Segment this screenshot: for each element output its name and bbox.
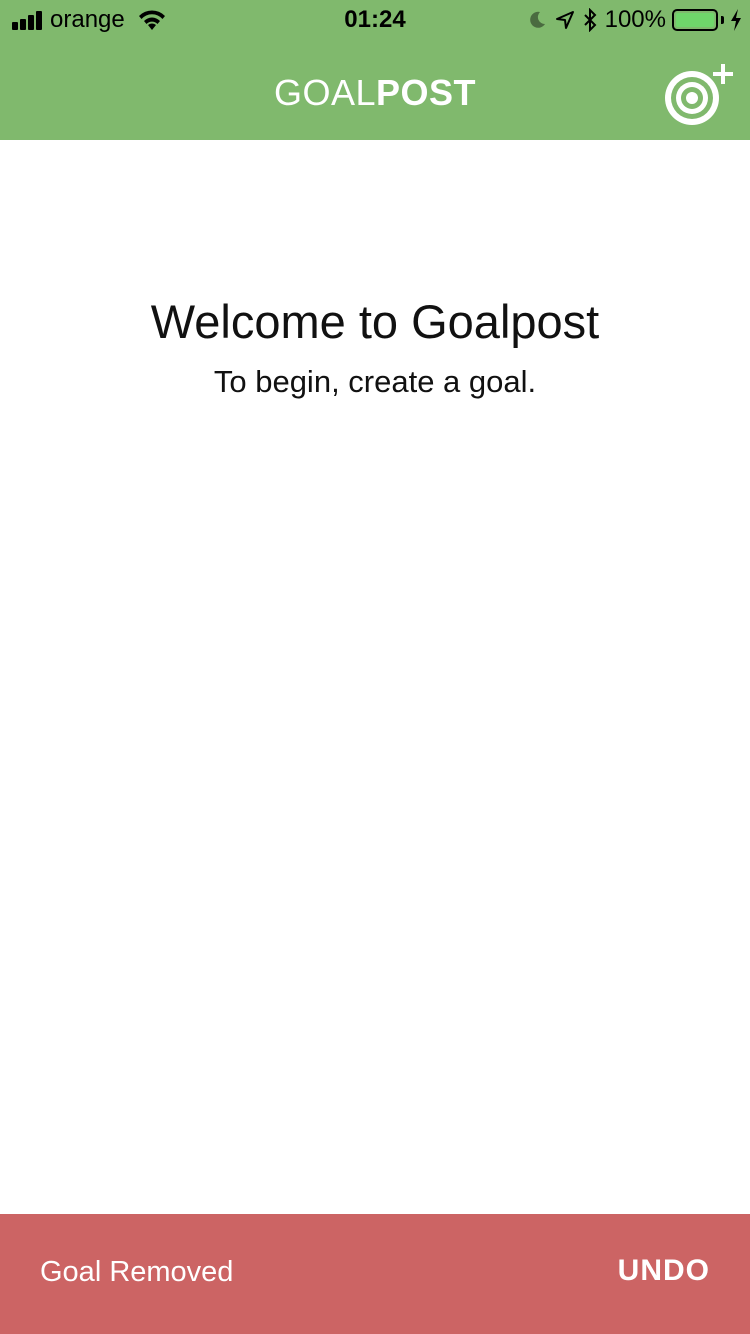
welcome-title: Welcome to Goalpost [150,295,600,348]
moon-icon [529,11,545,28]
status-right: 100% [527,6,742,34]
location-icon [555,11,574,29]
undo-button[interactable]: UNDO [618,1254,710,1288]
status-bar: orange 01:24 100% [0,0,750,40]
app-title-light: GOAL [273,72,377,113]
battery-tip [721,16,724,24]
charging-icon [731,9,741,31]
app-title-bold: POST [376,72,477,113]
battery-icon [672,9,718,31]
add-goal-button[interactable] [660,60,740,130]
snackbar: Goal Removed UNDO [0,1214,750,1334]
battery-percent: 100% [604,6,666,33]
welcome-subtitle: To begin, create a goal. [213,364,537,399]
bluetooth-icon [583,8,597,32]
battery-fill [676,13,714,27]
app-title: GOALPOST [0,72,750,114]
target-plus-icon [665,64,733,125]
snackbar-message: Goal Removed [40,1256,234,1288]
